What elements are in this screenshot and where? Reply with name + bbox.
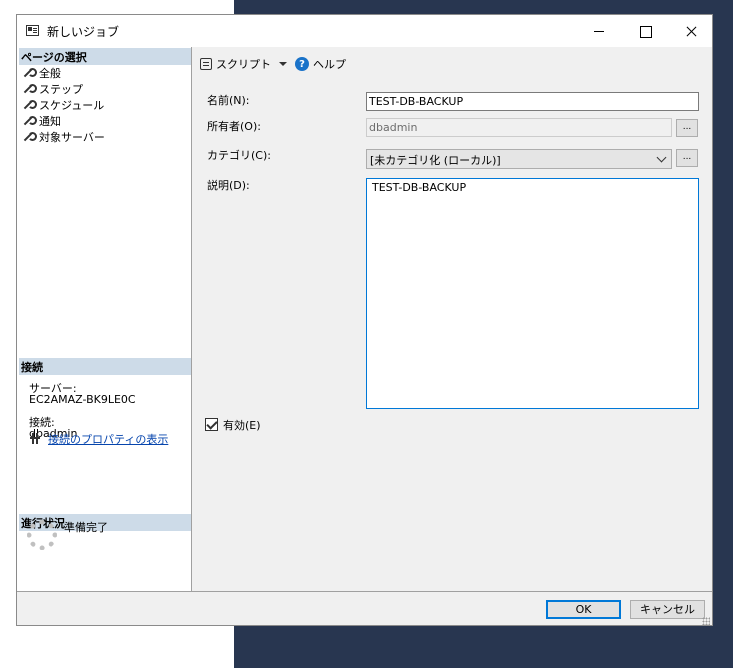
- script-button[interactable]: スクリプト: [216, 56, 271, 72]
- page-item-label: 通知: [39, 115, 61, 128]
- name-input[interactable]: TEST-DB-BACKUP: [366, 92, 699, 111]
- page-item-schedules[interactable]: スケジュール: [23, 97, 104, 113]
- owner-input: dbadmin: [366, 118, 672, 137]
- page-item-label: 対象サーバー: [39, 131, 105, 144]
- view-connection-properties-link[interactable]: 接続のプロパティの表示: [48, 431, 168, 447]
- pages-header: ページの選択: [19, 48, 191, 65]
- script-icon[interactable]: [200, 58, 212, 70]
- page-item-label: スケジュール: [39, 99, 105, 112]
- chevron-down-icon: [656, 152, 667, 163]
- window-icon: [26, 25, 39, 36]
- page-item-general[interactable]: 全般: [23, 65, 61, 81]
- enabled-checkbox[interactable]: [205, 418, 218, 431]
- script-dropdown-icon[interactable]: [279, 62, 287, 66]
- title-bar[interactable]: 新しいジョブ: [17, 15, 712, 47]
- category-browse-button[interactable]: ...: [676, 149, 698, 167]
- new-job-dialog: 新しいジョブ ページの選択 全般 ステップ スケジュール 通知 対象サーバー 接…: [16, 14, 713, 626]
- help-button[interactable]: ヘルプ: [313, 56, 346, 72]
- cancel-button[interactable]: キャンセル: [630, 600, 705, 619]
- page-item-label: 全般: [39, 67, 61, 80]
- description-label: 説明(D):: [207, 179, 250, 192]
- connection-header: 接続: [19, 358, 191, 375]
- window-title: 新しいジョブ: [47, 25, 120, 39]
- help-icon[interactable]: ?: [295, 57, 309, 71]
- category-value: [未カテゴリ化 (ローカル)]: [370, 154, 501, 167]
- close-button[interactable]: [668, 15, 714, 47]
- wrench-icon: [23, 132, 37, 142]
- owner-label: 所有者(O):: [207, 120, 261, 133]
- enabled-label[interactable]: 有効(E): [223, 417, 261, 433]
- category-label: カテゴリ(C):: [207, 149, 271, 162]
- wrench-icon: [23, 84, 37, 94]
- ok-button[interactable]: OK: [546, 600, 621, 619]
- progress-status: 準備完了: [64, 521, 108, 534]
- wrench-icon: [23, 100, 37, 110]
- minimize-button[interactable]: [576, 15, 622, 47]
- left-panel: ページの選択 全般 ステップ スケジュール 通知 対象サーバー 接続 サーバー:…: [17, 47, 192, 591]
- owner-browse-button[interactable]: ...: [676, 119, 698, 137]
- page-item-notifications[interactable]: 通知: [23, 113, 61, 129]
- wrench-icon: [23, 116, 37, 126]
- resize-grip-icon[interactable]: [702, 617, 710, 625]
- progress-spinner-icon: [27, 520, 57, 550]
- description-textarea[interactable]: TEST-DB-BACKUP: [366, 178, 699, 409]
- wrench-icon: [23, 68, 37, 78]
- footer-divider: [17, 591, 712, 592]
- page-item-steps[interactable]: ステップ: [23, 81, 83, 97]
- plug-icon: [28, 433, 42, 444]
- page-item-label: ステップ: [39, 83, 83, 96]
- category-select[interactable]: [未カテゴリ化 (ローカル)]: [366, 149, 672, 169]
- toolbar: スクリプト ? ヘルプ: [200, 55, 346, 73]
- server-value: EC2AMAZ-BK9LE0C: [29, 393, 136, 406]
- name-label: 名前(N):: [207, 94, 250, 107]
- page-item-targets[interactable]: 対象サーバー: [23, 129, 105, 145]
- maximize-button[interactable]: [622, 15, 668, 47]
